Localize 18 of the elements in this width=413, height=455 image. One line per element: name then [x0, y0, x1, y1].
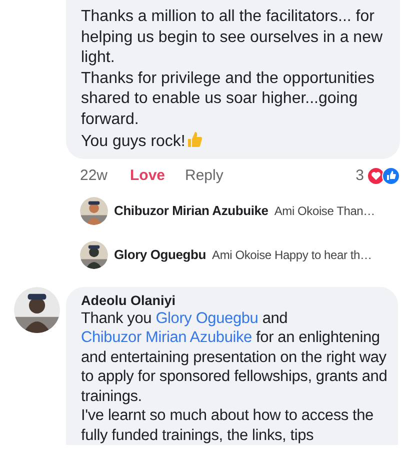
mention-link[interactable]: Chibuzor Mirian Azubuike: [81, 329, 252, 346]
thumbs-up-icon: [187, 130, 204, 148]
reply-preview[interactable]: Ami Okoise Happy to hear th…: [212, 248, 372, 262]
comment-text: I've learnt so much about how to access the fully funded trainings, the links, tips: [81, 406, 374, 445]
reply-author[interactable]: Chibuzor Mirian Azubuike: [114, 203, 268, 218]
comment-text: Thanks a million to all the facilitators... for helping us begin to see ourselves in a new light.: [81, 7, 384, 68]
comment-text: Thanks for privilege and the opportunities shared to enable us soar higher...going forward.: [81, 68, 376, 130]
reaction-count: 3: [356, 167, 364, 184]
like-icon: [382, 166, 400, 184]
mention-link[interactable]: Glory Oguegbu: [156, 310, 258, 326]
reply-link[interactable]: Reply: [185, 167, 224, 184]
reply-preview[interactable]: Ami Okoise Than…: [274, 204, 375, 218]
comment-text: You guys rock!: [81, 130, 390, 152]
comment-text: Thank you Glory Oguegbu and Chibuzor Mirian Azubuike for an enlightening and entertaining presentation on the right way to apply for sponsored fellowships, grants and trainings.: [81, 308, 388, 406]
comment-author[interactable]: Adeolu Olaniyi: [81, 292, 390, 308]
comment-time: 22w: [80, 167, 109, 184]
reply-author[interactable]: Glory Oguegbu: [114, 247, 206, 262]
love-link[interactable]: Love: [130, 167, 185, 184]
